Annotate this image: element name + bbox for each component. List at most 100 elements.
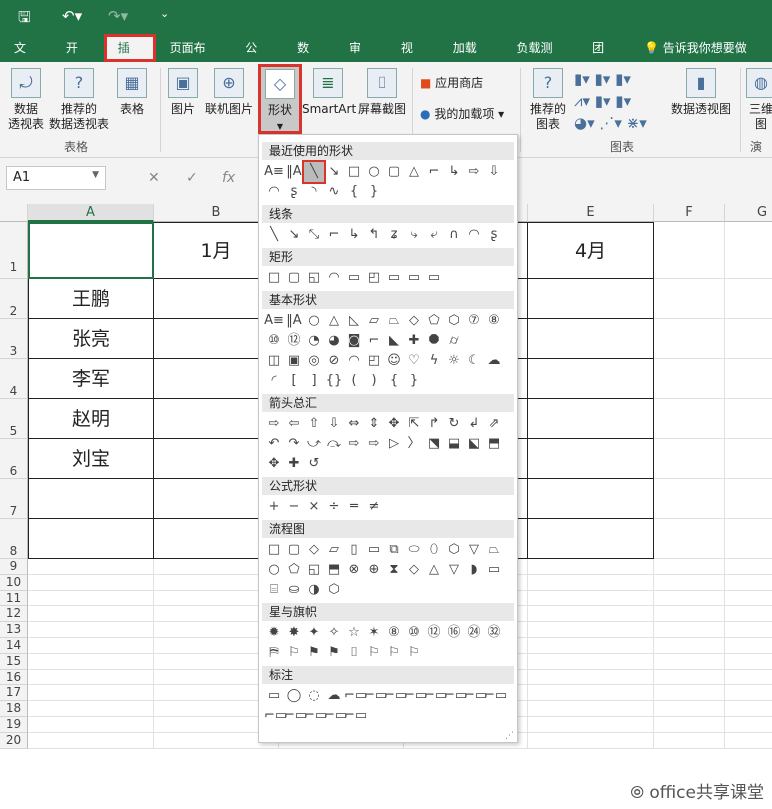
cell-G17[interactable]	[725, 685, 772, 702]
my-addins-button[interactable]: ● 我的加载项 ▾	[420, 107, 504, 122]
shape-icon[interactable]: ⌐▭	[264, 706, 287, 726]
shape-icon[interactable]: ⬠	[284, 560, 304, 580]
shape-icon[interactable]: ⌐▭	[484, 686, 507, 706]
row-header-17[interactable]: 17	[0, 685, 28, 702]
shape-icon[interactable]: ]	[304, 371, 324, 391]
shape-icon[interactable]: ⇩	[484, 162, 504, 182]
shape-icon[interactable]: +	[264, 497, 284, 517]
shape-icon[interactable]: ‖A	[284, 162, 304, 182]
cell-E13[interactable]	[528, 622, 654, 638]
cell-E19[interactable]	[528, 717, 654, 733]
row-header-1[interactable]: 1	[0, 222, 28, 279]
cell-E9[interactable]	[528, 559, 654, 575]
row-header-9[interactable]: 9	[0, 559, 28, 575]
shape-icon[interactable]: ↱	[424, 414, 444, 434]
cell-F20[interactable]	[654, 732, 725, 749]
row-header-11[interactable]: 11	[0, 590, 28, 607]
cell-G10[interactable]	[725, 575, 772, 591]
cell-G2[interactable]	[725, 279, 772, 319]
pivotchart-button[interactable]: ▮ 数据透视图	[668, 68, 734, 117]
select-all-corner[interactable]	[0, 204, 28, 222]
shape-icon[interactable]: ○	[364, 162, 384, 182]
shape-icon[interactable]: ↲	[464, 414, 484, 434]
shape-icon[interactable]: ⚐	[284, 643, 304, 663]
shape-icon[interactable]: ✥	[264, 454, 284, 474]
tab-4[interactable]: 公式	[231, 34, 283, 83]
shape-icon[interactable]: ▣	[284, 351, 304, 371]
row-header-10[interactable]: 10	[0, 574, 28, 591]
cell-E8[interactable]	[528, 519, 654, 559]
shape-icon[interactable]: ☁	[484, 351, 504, 371]
shape-icon[interactable]: ≠	[364, 497, 384, 517]
cell-E12[interactable]	[528, 606, 654, 623]
shape-icon[interactable]: ☾	[464, 351, 484, 371]
shape-icon[interactable]: ☼	[444, 351, 464, 371]
shape-icon[interactable]: {	[344, 182, 364, 202]
shape-icon[interactable]: ⇔	[344, 414, 364, 434]
shape-icon[interactable]: ▢	[284, 268, 304, 288]
cell-F9[interactable]	[654, 559, 725, 575]
shape-icon[interactable]: ✹	[264, 623, 284, 643]
tab-1[interactable]: 开始	[52, 34, 104, 83]
shape-icon[interactable]: □	[344, 162, 364, 182]
cell-A4[interactable]: 李军	[28, 359, 154, 399]
shape-icon[interactable]: ⬒	[324, 560, 344, 580]
shape-icon[interactable]: ♡	[404, 351, 424, 371]
cell-A14[interactable]	[28, 638, 154, 654]
shape-icon[interactable]: ϟ	[424, 351, 444, 371]
row-header-7[interactable]: 7	[0, 479, 28, 519]
cell-A11[interactable]	[28, 590, 154, 607]
cell-F19[interactable]	[654, 717, 725, 733]
shape-icon[interactable]: ↶	[264, 434, 284, 454]
shape-icon[interactable]: ▽	[464, 540, 484, 560]
cell-E18[interactable]	[528, 701, 654, 717]
cell-E7[interactable]	[528, 479, 654, 519]
cell-E11[interactable]	[528, 590, 654, 607]
shape-icon[interactable]: ‖A	[284, 311, 304, 331]
cell-F5[interactable]	[654, 399, 725, 439]
cell-A1[interactable]	[28, 222, 154, 279]
shape-icon[interactable]: ⌐	[424, 162, 444, 182]
shape-icon[interactable]: ⌐▭	[324, 706, 347, 726]
cell-G16[interactable]	[725, 670, 772, 686]
row-header-20[interactable]: 20	[0, 732, 28, 749]
cell-F2[interactable]	[654, 279, 725, 319]
shape-icon[interactable]: ⤡	[304, 225, 324, 245]
row-header-16[interactable]: 16	[0, 669, 28, 686]
row-header-3[interactable]: 3	[0, 319, 28, 359]
enter-icon[interactable]: ✓	[186, 170, 198, 186]
cell-E1[interactable]: 4月	[528, 222, 654, 279]
shape-icon[interactable]: ▭	[484, 560, 504, 580]
shape-icon[interactable]: ⬭	[404, 540, 424, 560]
tell-me-search[interactable]: 💡 告诉我你想要做什	[630, 34, 772, 83]
shape-icon[interactable]: ▭	[344, 268, 364, 288]
shape-icon[interactable]: ⏢	[384, 311, 404, 331]
recommended-pivottables-button[interactable]: ? 推荐的 数据透视表	[46, 68, 112, 132]
shape-icon[interactable]: △	[404, 162, 424, 182]
tab-8[interactable]: 加载项	[439, 34, 503, 83]
shape-icon[interactable]: ×	[304, 497, 324, 517]
shape-icon[interactable]: ⌭	[444, 331, 464, 351]
shape-icon[interactable]: ⬕	[464, 434, 484, 454]
shape-icon[interactable]: ✚	[404, 331, 424, 351]
shape-icon[interactable]: ㉔	[464, 623, 484, 643]
shape-icon[interactable]: ▭	[264, 686, 284, 706]
shape-icon[interactable]: △	[424, 560, 444, 580]
resize-grip-icon[interactable]: ⋰	[505, 731, 514, 741]
cell-G11[interactable]	[725, 591, 772, 607]
shape-icon[interactable]: ⌷	[344, 643, 364, 663]
shape-icon[interactable]: ⇨	[364, 434, 384, 454]
cell-A16[interactable]	[28, 669, 154, 686]
shape-icon[interactable]: ⌐	[324, 225, 344, 245]
tab-3[interactable]: 页面布局	[156, 34, 232, 83]
shape-icon[interactable]: ◇	[404, 560, 424, 580]
cell-A13[interactable]	[28, 622, 154, 638]
cell-F12[interactable]	[654, 606, 725, 623]
shape-icon[interactable]: ⬒	[484, 434, 504, 454]
shape-icon[interactable]: ↰	[364, 225, 384, 245]
cell-A6[interactable]: 刘宝	[28, 439, 154, 479]
shape-icon[interactable]: ⬡	[324, 580, 344, 600]
cell-F11[interactable]	[654, 590, 725, 607]
shape-icon[interactable]: ⤶	[424, 225, 444, 245]
shape-icon[interactable]: △	[324, 311, 344, 331]
